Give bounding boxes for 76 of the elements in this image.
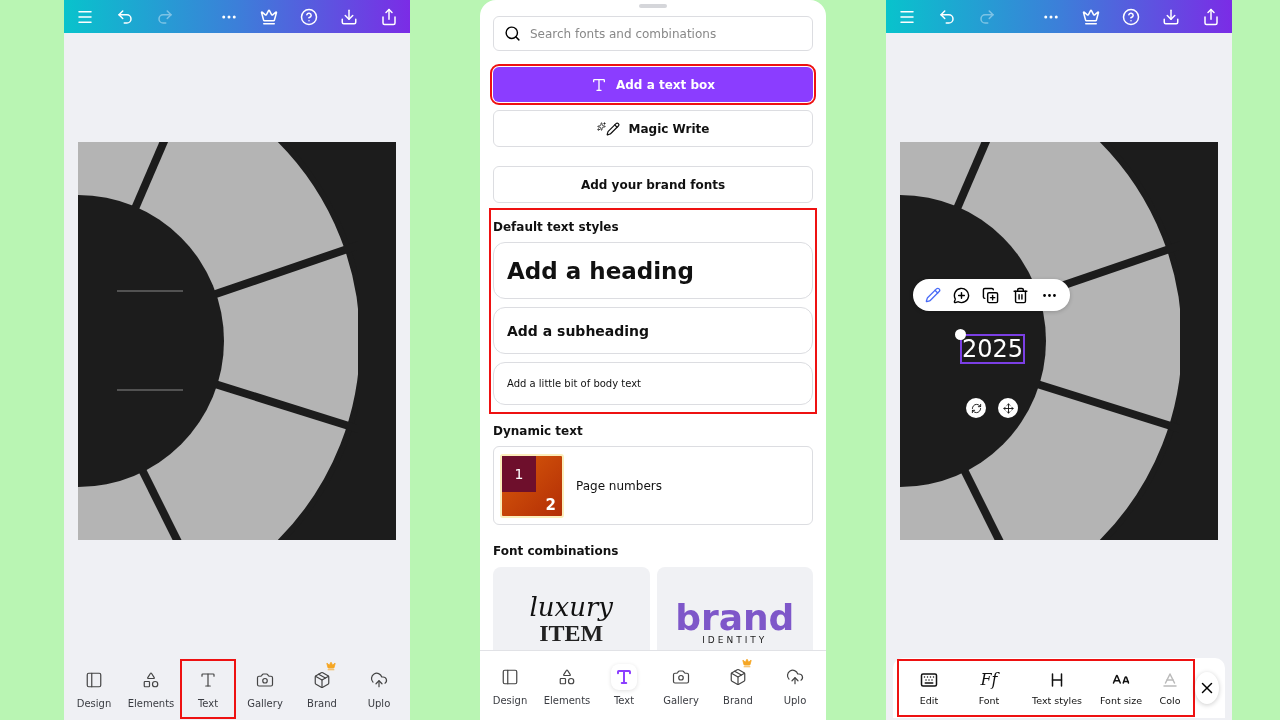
help-icon[interactable] — [300, 7, 318, 26]
nav-tab[interactable]: Brand — [294, 659, 350, 719]
font-combination-card[interactable]: brand IDENTITY — [656, 567, 813, 650]
toolbar-tool[interactable]: Edit — [905, 670, 953, 706]
camera-icon — [256, 671, 274, 689]
text-icon — [615, 667, 633, 686]
crown-icon — [742, 657, 752, 668]
keyboard-icon — [920, 670, 938, 689]
toolbar-tool[interactable]: Text styles — [1025, 670, 1089, 706]
crown-icon — [326, 661, 336, 671]
text-icon — [199, 671, 217, 689]
close-button[interactable] — [1195, 672, 1219, 704]
share-icon[interactable] — [380, 7, 398, 26]
search-input[interactable]: Search fonts and combinations — [530, 26, 802, 41]
nav-tab[interactable]: Gallery — [653, 655, 709, 716]
shapes-icon — [142, 671, 160, 689]
text-style-option[interactable]: Add a heading — [493, 242, 813, 299]
nav-tab[interactable]: Text — [180, 659, 236, 719]
nav-tab[interactable]: Elements — [539, 655, 595, 716]
magic-write-button[interactable]: Magic Write — [493, 110, 813, 147]
nav-tab[interactable]: Design — [482, 655, 538, 716]
font-glyph: Ff — [980, 670, 998, 689]
sample-text: IDENTITY — [702, 636, 768, 646]
cloud-upload-icon — [786, 667, 804, 686]
page-numbers-thumbnail: 1 2 — [500, 453, 564, 518]
cloud-upload-icon — [370, 671, 388, 689]
nav-tab[interactable]: Uplo — [351, 659, 407, 719]
rotate-icon — [970, 402, 982, 414]
magic-pencil-icon[interactable] — [925, 287, 942, 303]
resize-handle[interactable] — [955, 329, 966, 340]
section-title: Dynamic text — [493, 424, 584, 438]
layout-icon — [85, 671, 103, 689]
section-title: Font combinations — [493, 544, 620, 558]
crown-icon[interactable] — [260, 7, 278, 26]
nav-tab[interactable]: Brand — [710, 655, 766, 716]
nav-tab[interactable]: Design — [66, 659, 122, 719]
brand-fonts-button[interactable]: Add your brand fonts — [493, 166, 813, 203]
search-icon — [504, 25, 521, 42]
share-icon[interactable] — [1202, 7, 1220, 26]
move-icon — [1002, 402, 1014, 414]
text-icon — [591, 76, 607, 93]
nav-tab[interactable]: Gallery — [237, 659, 293, 719]
text-style-option[interactable]: Add a little bit of body text — [493, 362, 813, 405]
search-field[interactable]: Search fonts and combinations — [493, 16, 813, 51]
toolbar-tool[interactable]: Colo — [1153, 670, 1187, 706]
undo-icon[interactable] — [116, 7, 134, 26]
section-title: Default text styles — [493, 220, 620, 234]
toolbar-tool[interactable]: Ff Font — [953, 670, 1025, 706]
trash-icon[interactable] — [1011, 286, 1029, 304]
nav-tab[interactable]: Text — [596, 655, 652, 716]
page-numbers-option[interactable]: 1 2 Page numbers — [493, 446, 813, 525]
nav-tab[interactable]: Elements — [123, 659, 179, 719]
font-combination-card[interactable]: luxury ITEM — [493, 567, 650, 650]
box-icon — [313, 671, 331, 689]
drag-handle[interactable] — [639, 4, 667, 8]
text-style-option[interactable]: Add a subheading — [493, 307, 813, 354]
option-label: Page numbers — [576, 478, 662, 493]
box-icon — [729, 667, 747, 686]
nav-tab[interactable]: Uplo — [767, 655, 823, 716]
selected-text[interactable]: 2025 — [960, 334, 1026, 364]
magic-pencil-icon — [596, 121, 620, 136]
add-text-box-button[interactable]: Add a text box — [493, 67, 813, 102]
shapes-icon — [558, 667, 576, 686]
camera-icon — [672, 667, 690, 686]
crown-icon[interactable] — [1082, 7, 1100, 26]
sample-text: luxury — [529, 593, 614, 620]
help-icon[interactable] — [1122, 7, 1140, 26]
comment-add-icon[interactable] — [953, 286, 971, 304]
text-color-icon — [1161, 670, 1179, 689]
sample-text: brand — [675, 600, 795, 637]
download-icon[interactable] — [1162, 7, 1180, 26]
download-icon[interactable] — [340, 7, 358, 26]
layout-icon — [501, 667, 519, 686]
undo-icon[interactable] — [938, 7, 956, 26]
toolbar-tool[interactable]: Font size — [1089, 670, 1153, 706]
duplicate-icon[interactable] — [982, 286, 1000, 304]
